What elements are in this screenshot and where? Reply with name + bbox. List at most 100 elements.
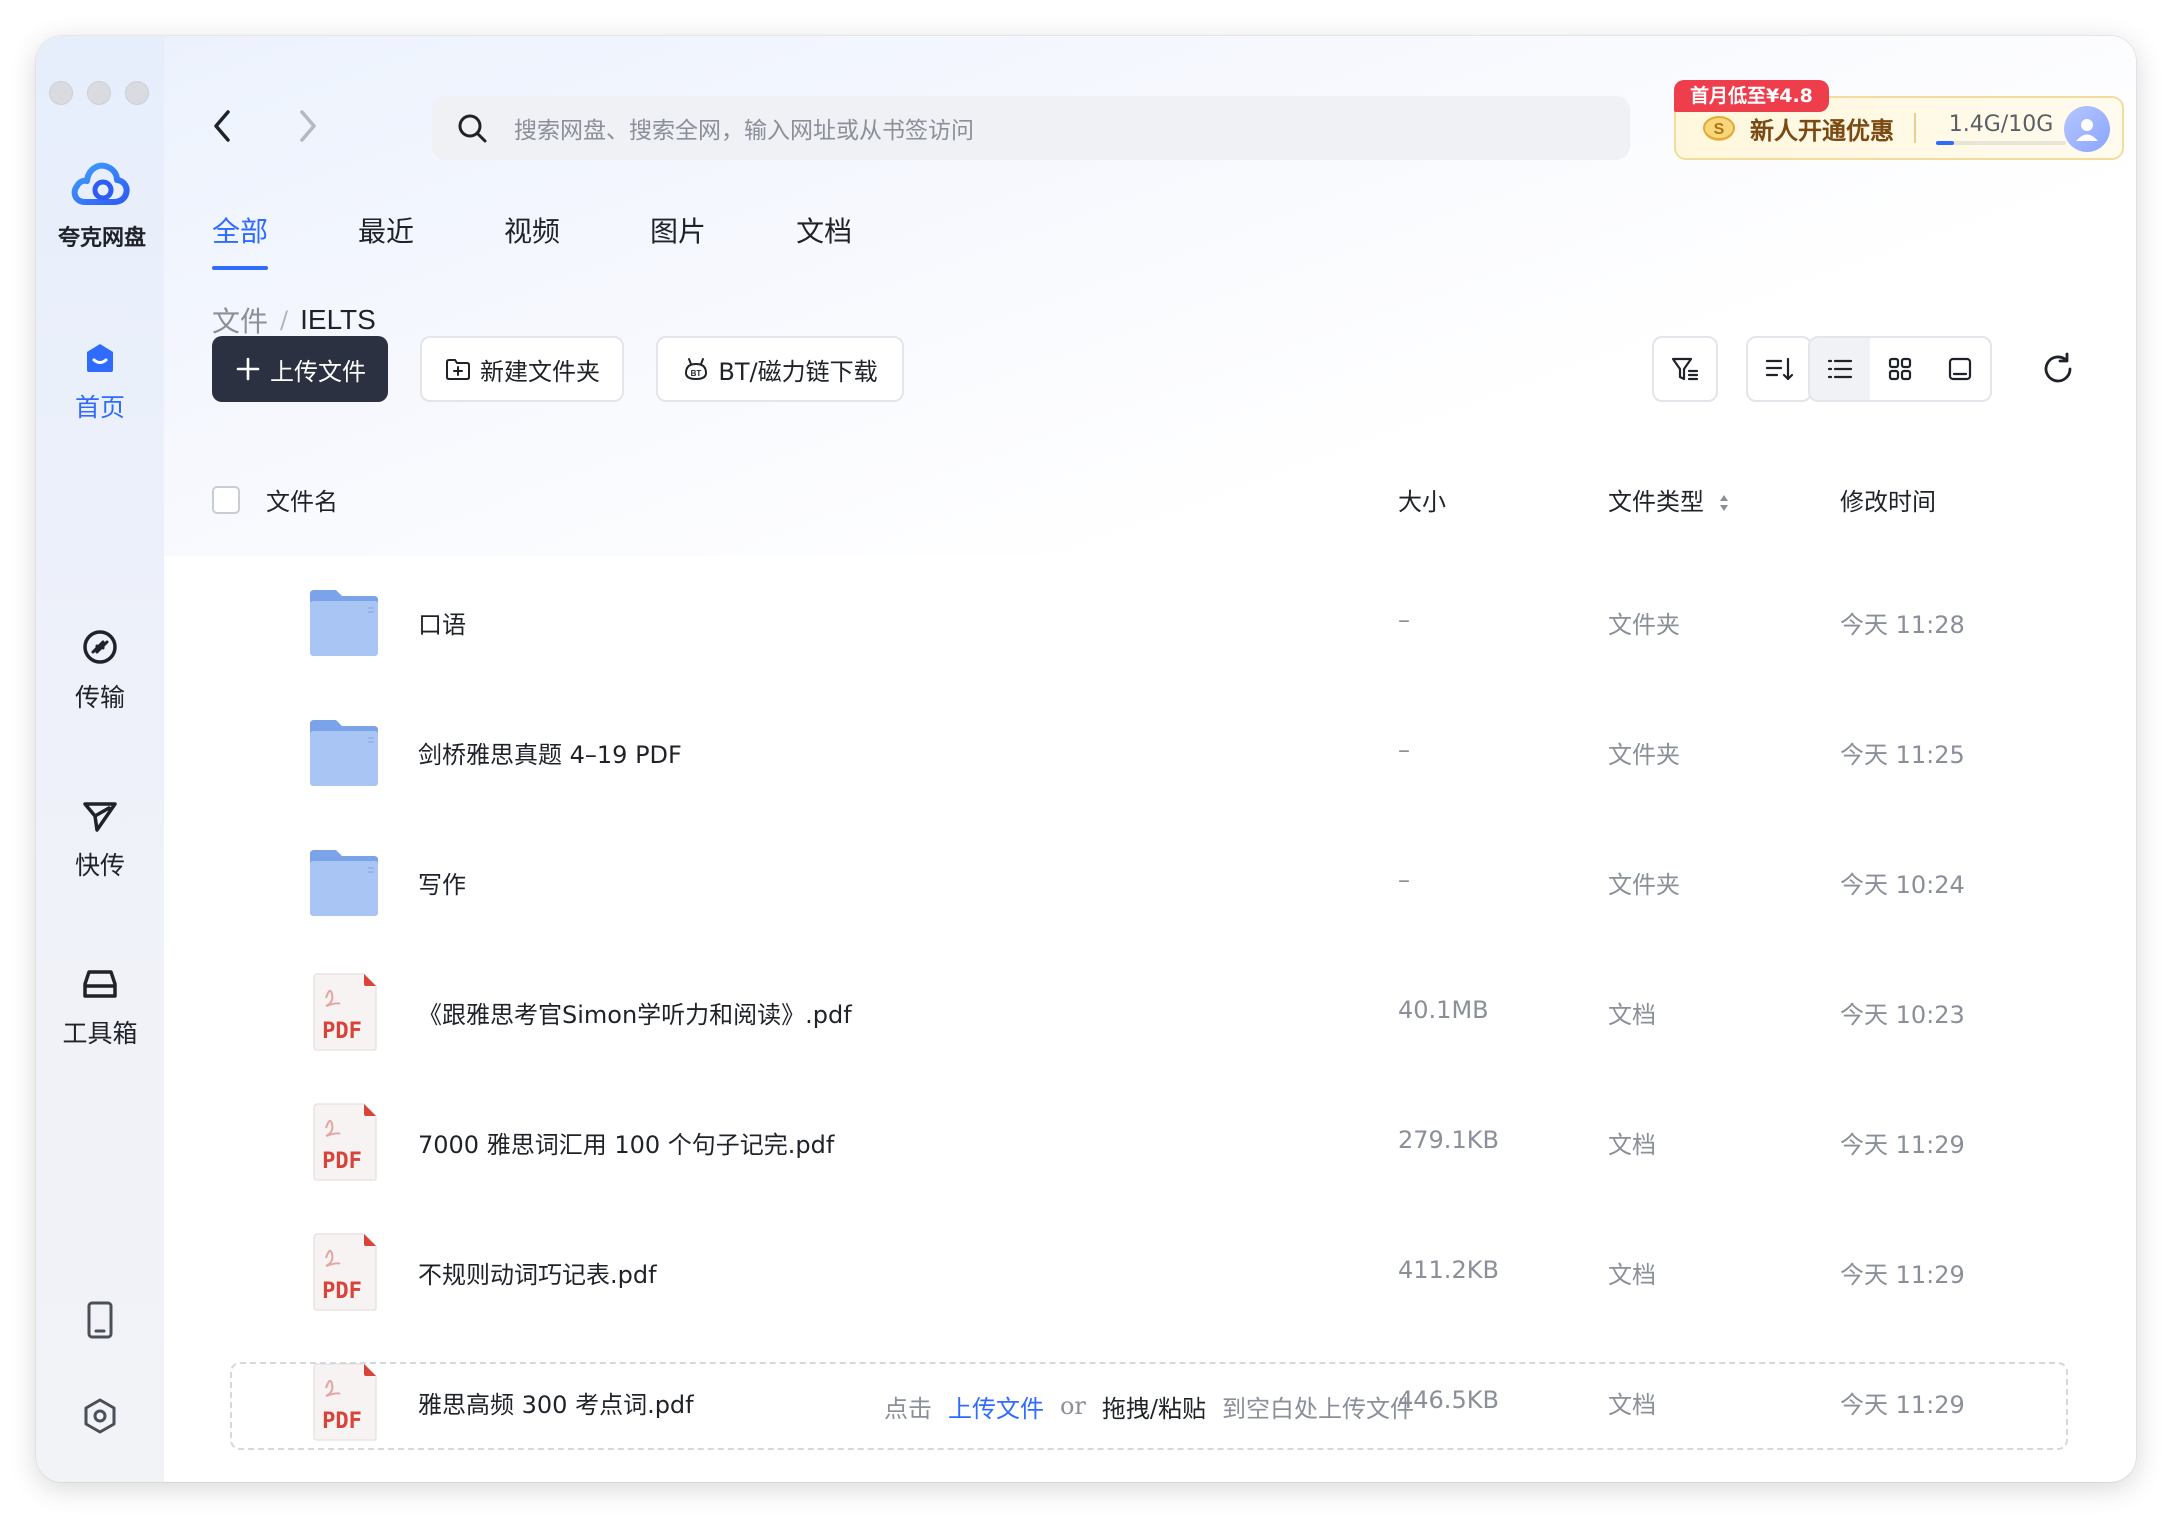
user-avatar[interactable] xyxy=(2064,106,2110,152)
grid-view-icon xyxy=(1888,357,1912,381)
column-header-type[interactable]: 文件类型 xyxy=(1608,482,1730,517)
grid-view-button[interactable] xyxy=(1870,338,1930,400)
column-header-size[interactable]: 大小 xyxy=(1398,482,1446,517)
dropzone-or-text: or xyxy=(1059,1392,1086,1420)
refresh-icon[interactable] xyxy=(2040,351,2076,387)
file-size: – xyxy=(1398,866,1410,894)
tab-images[interactable]: 图片 xyxy=(650,210,706,270)
toolbox-icon xyxy=(83,970,117,998)
coin-icon: S xyxy=(1703,116,1735,141)
zoom-window-button[interactable] xyxy=(125,81,149,105)
list-view-icon xyxy=(1827,359,1853,379)
folder-icon xyxy=(310,720,378,786)
breadcrumb-current: IELTS xyxy=(300,304,376,335)
breadcrumb-root[interactable]: 文件 xyxy=(212,300,268,340)
app-window: 夸克网盘 首页 传输 快传 工具箱 搜索网盘、搜索全网，输入网址或从书签访问 S… xyxy=(36,36,2136,1482)
sidebar-item-transfer[interactable]: 传输 xyxy=(36,626,164,714)
phone-icon xyxy=(87,1301,113,1339)
filter-button[interactable] xyxy=(1652,336,1718,402)
close-window-button[interactable] xyxy=(49,81,73,105)
pdf-icon-label: PDF xyxy=(322,1019,362,1044)
file-modified-time: 今天 11:29 xyxy=(1840,1261,1965,1289)
file-name[interactable]: 《跟雅思考官Simon学听力和阅读》.pdf xyxy=(418,995,852,1030)
sidebar-item-label: 工具箱 xyxy=(62,1019,138,1048)
pdf-file-icon: PDF xyxy=(313,1103,377,1181)
file-type: 文档 xyxy=(1608,1131,1656,1159)
search-input[interactable]: 搜索网盘、搜索全网，输入网址或从书签访问 xyxy=(514,111,974,145)
app-logo[interactable]: 夸克网盘 xyxy=(58,154,147,252)
storage-progress-bar xyxy=(1936,140,2066,145)
mobile-app-button[interactable] xyxy=(36,1300,164,1344)
view-mode-switcher xyxy=(1808,336,1992,402)
cloud-logo-icon xyxy=(71,162,130,205)
table-row[interactable]: PDF 不规则动词巧记表.pdf 411.2KB 文档 今天 11:29 xyxy=(212,1212,2092,1332)
table-row[interactable]: 口语 – 文件夹 今天 11:28 xyxy=(212,562,2092,682)
promo-badge: 首月低至¥4.8 xyxy=(1674,80,1829,112)
settings-button[interactable] xyxy=(36,1396,164,1440)
sidebar-item-toolbox[interactable]: 工具箱 xyxy=(36,962,164,1050)
minimize-window-button[interactable] xyxy=(87,81,111,105)
sort-button[interactable] xyxy=(1746,336,1812,402)
back-arrow-icon[interactable] xyxy=(208,106,238,146)
sidebar xyxy=(36,36,164,1482)
file-type: 文档 xyxy=(1608,1261,1656,1289)
pdf-file-icon: PDF xyxy=(313,1233,377,1311)
file-type: 文档 xyxy=(1608,1001,1656,1029)
dropzone-upload-link[interactable]: 上传文件 xyxy=(948,1389,1044,1424)
search-icon xyxy=(458,114,487,143)
breadcrumb: 文件 / IELTS xyxy=(212,300,376,340)
breadcrumb-separator: / xyxy=(280,306,289,334)
tab-recent[interactable]: 最近 xyxy=(358,210,414,270)
tab-all[interactable]: 全部 xyxy=(212,210,269,270)
file-name[interactable]: 不规则动词巧记表.pdf xyxy=(418,1255,657,1290)
new-folder-label: 新建文件夹 xyxy=(480,357,600,386)
file-type: 文件夹 xyxy=(1608,871,1680,899)
sidebar-item-home[interactable]: 首页 xyxy=(36,336,164,424)
new-folder-button[interactable]: 新建文件夹 xyxy=(420,336,624,402)
storage-progress-fill xyxy=(1936,140,1955,145)
table-header: 文件名 大小 文件类型 修改时间 xyxy=(212,476,2092,524)
upload-dropzone[interactable]: 点击 上传文件 or 拖拽/粘贴 到空白处上传文件 xyxy=(230,1362,2068,1450)
table-row[interactable]: 剑桥雅思真题 4–19 PDF – 文件夹 今天 11:25 xyxy=(212,692,2092,812)
storage-quota-text: 1.4G/10G xyxy=(1948,111,2054,137)
preview-view-button[interactable] xyxy=(1930,338,1990,400)
list-view-button[interactable] xyxy=(1810,338,1870,400)
column-header-modified[interactable]: 修改时间 xyxy=(1840,482,1936,517)
bt-magnet-icon: BT xyxy=(685,358,708,381)
file-size: 411.2KB xyxy=(1398,1256,1499,1284)
sort-arrows-icon xyxy=(1719,495,1728,511)
file-size: 40.1MB xyxy=(1398,996,1489,1024)
file-name[interactable]: 口语 xyxy=(418,605,466,640)
file-modified-time: 今天 11:25 xyxy=(1840,741,1965,769)
storage-quota[interactable]: 1.4G/10G xyxy=(1936,112,2066,145)
promo-text: 新人开通优惠 xyxy=(1750,116,1894,145)
column-header-name[interactable]: 文件名 xyxy=(266,482,338,517)
file-size: 279.1KB xyxy=(1398,1126,1499,1154)
svg-text:BT: BT xyxy=(691,369,702,378)
preview-pane-icon xyxy=(1948,357,1972,381)
table-row[interactable]: PDF 7000 雅思词汇用 100 个句子记完.pdf 279.1KB 文档 今天 1… xyxy=(212,1082,2092,1202)
folder-icon xyxy=(310,850,378,916)
file-name[interactable]: 剑桥雅思真题 4–19 PDF xyxy=(418,735,682,770)
search-bar[interactable]: 搜索网盘、搜索全网，输入网址或从书签访问 xyxy=(432,96,1630,160)
sidebar-item-label: 快传 xyxy=(74,851,125,880)
bt-download-button[interactable]: BT BT/磁力链下载 xyxy=(656,336,904,402)
forward-arrow-icon[interactable] xyxy=(292,106,322,146)
upload-file-button[interactable]: 上传文件 xyxy=(212,336,388,402)
select-all-checkbox[interactable] xyxy=(212,486,240,514)
category-tabs: 全部 最近 视频 图片 文档 xyxy=(212,210,852,270)
user-icon xyxy=(2076,119,2098,141)
pdf-file-icon: PDF xyxy=(313,973,377,1051)
table-row[interactable]: PDF 《跟雅思考官Simon学听力和阅读》.pdf 40.1MB 文档 今天 10:2… xyxy=(212,952,2092,1072)
file-name[interactable]: 写作 xyxy=(418,865,466,900)
table-row[interactable]: 写作 – 文件夹 今天 10:24 xyxy=(212,822,2092,942)
file-modified-time: 今天 10:23 xyxy=(1840,1001,1965,1029)
sidebar-item-quick-send[interactable]: 快传 xyxy=(36,794,164,882)
window-controls xyxy=(49,81,149,105)
file-name[interactable]: 7000 雅思词汇用 100 个句子记完.pdf xyxy=(418,1125,834,1160)
app-name: 夸克网盘 xyxy=(58,226,147,251)
new-folder-icon xyxy=(446,359,470,380)
tab-video[interactable]: 视频 xyxy=(504,210,560,270)
svg-text:S: S xyxy=(1714,121,1725,138)
tab-documents[interactable]: 文档 xyxy=(796,210,852,270)
